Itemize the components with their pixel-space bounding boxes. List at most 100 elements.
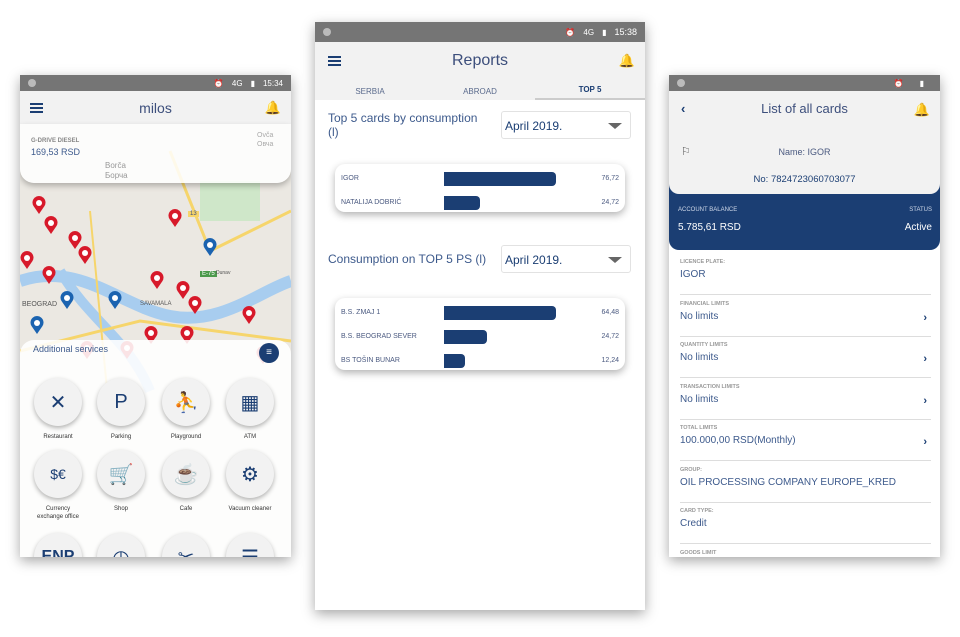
bar-value: 64,48 [601,309,619,316]
fuel-price: 169,53 RSD [31,147,81,157]
dropdown-arrow-icon [608,257,622,263]
playground-icon: ⛹ [162,378,210,426]
service-partial[interactable]: ☰ [226,533,274,557]
card-header: ‹ List of all cards 🔔 ⚐ Name: IGOR No: 7… [669,91,940,194]
station-pin-icon[interactable] [78,246,92,264]
map-label: Dunav [216,270,231,276]
menu-icon[interactable] [328,54,341,68]
tab-serbia[interactable]: SERBIA [315,80,425,100]
parking-icon: P [97,378,145,426]
fuel-price-card: G-DRIVE DIESEL 169,53 RSD Borča Борча Ov… [20,124,291,183]
card-field: GROUP: OIL PROCESSING COMPANY EUROPE_KRED [680,461,931,503]
period-value: April 2019. [505,119,563,133]
bell-icon[interactable]: 🔔 [265,100,281,116]
cafe-icon: ☕ [162,450,210,498]
cards-consumption-chart: IGOR 76,72 NATALIJA DOBRIĆ 24,72 [335,164,625,212]
map-label: SAVAMALA [140,301,172,307]
bar [444,354,466,368]
card-field[interactable]: TRANSACTION LIMITS No limits › [680,378,931,420]
card-field[interactable]: QUANTITY LIMITS No limits › [680,336,931,378]
alarm-icon: ⏰ [213,78,224,88]
network-label: 4G [231,78,243,88]
station-pin-icon[interactable] [42,266,56,284]
service-cafe[interactable]: ☕ Cafe [162,450,210,513]
chevron-right-icon[interactable]: › [923,312,927,324]
chevron-right-icon[interactable]: › [923,395,927,407]
map-label: 13 [188,211,199,217]
station-pin-icon[interactable] [108,291,122,309]
service-partial[interactable]: ✂ [162,533,210,557]
station-pin-icon[interactable] [44,216,58,234]
card-field: GOODS LIMIT [680,544,931,558]
bar-label: IGOR [341,175,359,182]
status-bar: ⏰ ▮ [669,75,940,91]
chart-row: IGOR 76,72 [335,172,625,186]
station-pin-icon[interactable] [60,291,74,309]
period-dropdown[interactable]: April 2019. [501,111,631,139]
network-label: 4G [583,27,595,37]
service-playground[interactable]: ⛹ Playground [162,378,210,441]
tab-top5[interactable]: TOP 5 [535,80,645,100]
station-pin-icon[interactable] [30,316,44,334]
map-label: Ovča [257,132,274,139]
chevron-right-icon[interactable]: › [923,353,927,365]
bar-label: B.S. ZMAJ 1 [341,309,381,316]
alarm-icon: ⏰ [565,27,576,37]
service-parking[interactable]: P Parking [97,378,145,441]
menu-icon[interactable] [30,101,43,115]
station-pin-icon[interactable] [168,209,182,227]
tab-abroad[interactable]: ABROAD [425,80,535,100]
card-name: Name: IGOR [778,147,831,157]
card-number: No: 7824723060703077 [753,174,856,185]
bar [444,330,487,344]
service-atm[interactable]: ▦ ATM [226,378,274,441]
page-title: milos [139,99,172,116]
fuel-type: G-DRIVE DIESEL [31,138,80,144]
service-partial[interactable]: ◷ [97,533,145,557]
battery-icon: ▮ [602,27,607,37]
dropdown-arrow-icon [608,123,622,129]
station-pin-icon[interactable] [150,271,164,289]
clock-icon: ◷ [97,533,145,557]
stations-consumption-chart: B.S. ZMAJ 1 64,48 B.S. BEOGRAD SEVER 24,72 B… [335,298,625,370]
service-shop[interactable]: 🛒 Shop [97,450,145,513]
station-pin-icon[interactable] [203,238,217,256]
battery-icon: ▮ [919,78,924,88]
reports-screen: ⏰ 4G ▮ 15:38 Reports 🔔 SERBIA ABROAD TOP 5 … [315,22,645,610]
status-bar: ⏰ 4G ▮ 15:38 [315,22,645,42]
vacuum-cleaner-icon: ⚙ [226,450,274,498]
service-currency-exchange-office[interactable]: $€ Currency exchange office [34,450,82,521]
restaurant-icon: ✕ [34,378,82,426]
chart-row: NATALIJA DOBRIĆ 24,72 [335,196,625,210]
map-screen: 13 E-75 Dunav BEOGRAD SAVAMALA ⏰ 4G ▮ 15:34… [20,75,291,557]
alarm-icon: ⏰ [893,78,904,88]
card-field: CARD TYPE: Credit [680,502,931,544]
service-partial[interactable]: ENP [34,533,82,557]
services-title: Additional services [33,344,109,354]
station-pin-icon[interactable] [188,296,202,314]
chart-row: BS TOŠIN BUNAR 12,24 [335,354,625,368]
balance-label: ACCOUNT BALANCE [678,207,738,213]
bell-icon[interactable]: 🔔 [914,102,930,118]
bar [444,196,481,210]
bar-value: 24,72 [601,333,619,340]
card-field[interactable]: TOTAL LIMITS 100.000,00 RSD(Monthly) › [680,419,931,461]
bench-icon: ☰ [226,533,274,557]
map-label: Borča [105,161,126,170]
station-pin-icon[interactable] [20,251,34,269]
bar-label: B.S. BEOGRAD SEVER [341,333,417,340]
service-vacuum-cleaner[interactable]: ⚙ Vacuum cleaner [226,450,274,513]
bell-icon[interactable]: 🔔 [619,53,635,69]
bar [444,172,556,186]
station-pin-icon[interactable] [32,196,46,214]
card-details-screen: ⏰ ▮ ACCOUNT BALANCE 5.785,61 RSD STATUS A… [669,75,940,557]
app-bar: Reports 🔔 [315,42,645,80]
period-dropdown[interactable]: April 2019. [501,245,631,273]
bar-value: 12,24 [601,357,619,364]
station-pin-icon[interactable] [242,306,256,324]
section-title: Top 5 cards by consumption (l) [328,111,478,139]
filter-button[interactable]: ≡ [259,343,279,363]
card-field[interactable]: FINANCIAL LIMITS No limits › [680,295,931,337]
service-restaurant[interactable]: ✕ Restaurant [34,378,82,441]
chevron-right-icon[interactable]: › [923,436,927,448]
